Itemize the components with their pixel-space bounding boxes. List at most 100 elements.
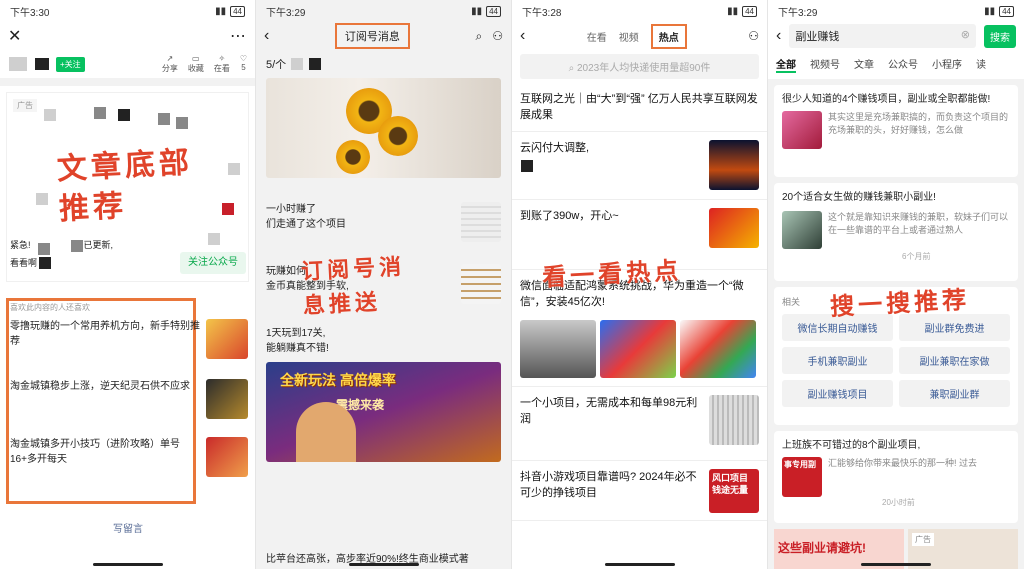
like-button[interactable]: ♡ 5 xyxy=(240,54,247,74)
search-bar[interactable]: ⌕ 2023年人均快递使用量超90件 xyxy=(520,54,759,79)
home-indicator xyxy=(92,563,163,566)
battery-icon: 44 xyxy=(230,5,245,17)
ad-tag: 广告 xyxy=(13,99,37,112)
profile-icon[interactable]: ⚇ xyxy=(492,29,503,44)
notice-line2: 看看啊 xyxy=(10,258,38,268)
status-bar: 下午3:29 ▮▮ 44 xyxy=(256,0,511,22)
news-photo xyxy=(680,320,756,378)
promo-thumb: 风口项目 钱途无量 xyxy=(709,469,759,513)
status-bar: 下午3:28 ▮▮ 44 xyxy=(512,0,767,22)
status-time: 下午3:30 xyxy=(10,7,50,19)
signal-icon: ▮▮ xyxy=(984,5,996,17)
list-item[interactable]: 1天玩到17关, 能躺赚真不错! xyxy=(256,326,511,356)
notice-suffix: 已更新, xyxy=(83,240,114,250)
signal-icon: ▮▮ xyxy=(471,5,483,17)
tab-read[interactable]: 读 xyxy=(976,56,986,73)
list-item[interactable]: 一个小项目，无需成本和每单98元利润 xyxy=(512,387,767,461)
tab-articles[interactable]: 文章 xyxy=(854,56,874,73)
result-thumb xyxy=(782,111,822,149)
like-icon: ♡ xyxy=(239,54,247,63)
back-icon[interactable]: ‹ xyxy=(264,27,269,45)
related-pill[interactable]: 副业兼职在家做 xyxy=(899,347,1010,374)
related-pill[interactable]: 手机兼职副业 xyxy=(782,347,893,374)
tab-channels[interactable]: 视频号 xyxy=(810,56,840,73)
status-time: 下午3:29 xyxy=(266,7,306,19)
write-comment-link[interactable]: 写留言 xyxy=(0,520,255,535)
notice-prefix: 紧急! xyxy=(10,240,31,250)
share-button[interactable]: ↗ 分享 xyxy=(162,54,178,74)
message-count: 5/个 xyxy=(266,59,287,71)
annotation-article-bottom: 文章底部推荐 xyxy=(56,145,194,228)
news-photo xyxy=(600,320,676,378)
home-indicator xyxy=(348,563,419,566)
signal-icon: ▮▮ xyxy=(727,5,739,17)
back-icon[interactable]: ‹ xyxy=(520,27,525,45)
subscription-panel: 下午3:29 ▮▮ 44 ‹ 订阅号消息 ⌕ ⚇ 5/个 一小时赚了 们走通了这个项目… xyxy=(256,0,512,569)
search-panel: 下午3:29 ▮▮ 44 ‹ 副业赚钱 ⊗ 搜索 全部 视频号 文章 公众号 小程序… xyxy=(768,0,1024,569)
trending-panel: 下午3:28 ▮▮ 44 ‹ 在看 视频 热点 ⚇ ⌕ 2023年人均快递使用量超… xyxy=(512,0,768,569)
tab-hot[interactable]: 热点 xyxy=(650,23,687,49)
list-item[interactable]: 零撸玩赚的一个常用养机方向，新手特别推荐 xyxy=(10,319,248,379)
battery-icon: 44 xyxy=(999,5,1014,17)
search-result[interactable]: 20个适合女生做的赚钱兼职小副业! 这个就是靠知识来赚钱的兼职，软妹子们可以在一… xyxy=(774,183,1018,281)
clear-icon[interactable]: ⊗ xyxy=(961,28,970,44)
game-banner[interactable]: 全新玩法 高倍爆率 震撼来袭 xyxy=(266,362,501,462)
search-result[interactable]: 上班族不可错过的8个副业项目, 事专用副 汇能够给你带来最快乐的那一种! 过去 … xyxy=(774,431,1018,523)
rec-thumb xyxy=(206,379,248,419)
article-bottom-panel: 下午3:30 ▮▮ 44 ✕ ⋯ +关注 ↗ 分享 ▭ 收藏 ✧ 在看 ♡ 5 广告 xyxy=(0,0,256,569)
cover-image[interactable] xyxy=(266,78,501,178)
item-thumb xyxy=(461,202,501,242)
rec-thumb xyxy=(206,319,248,359)
search-icon[interactable]: ⌕ xyxy=(475,29,482,44)
home-indicator xyxy=(861,563,931,566)
related-pill[interactable]: 副业群免费进 xyxy=(899,314,1010,341)
news-photo xyxy=(520,320,596,378)
search-tabs: 全部 视频号 文章 公众号 小程序 读 xyxy=(768,50,1024,79)
share-icon: ↗ xyxy=(166,54,174,63)
item-thumb xyxy=(461,264,501,304)
tab-accounts[interactable]: 公众号 xyxy=(888,56,918,73)
result-thumb xyxy=(782,211,822,249)
tab-video[interactable]: 视频 xyxy=(619,29,639,44)
list-item[interactable]: 互联网之光｜由“大”到“强” 亿万人民共享互联网发展成果 xyxy=(512,83,767,132)
battery-icon: 44 xyxy=(742,5,757,17)
status-time: 下午3:28 xyxy=(522,7,562,19)
news-thumb xyxy=(709,395,759,445)
tab-watching[interactable]: 在看 xyxy=(587,29,607,44)
search-result[interactable]: 很少人知道的4个赚钱项目，副业或全职都能做! 其实这里是充场兼职搞的，而负责这个… xyxy=(774,85,1018,177)
search-input[interactable]: 副业赚钱 ⊗ xyxy=(789,24,976,48)
profile-icon[interactable]: ⚇ xyxy=(748,29,759,43)
list-item[interactable]: 淘金城镇多开小技巧（进阶攻略）单号16+多开每天 xyxy=(10,437,248,495)
related-pill[interactable]: 副业赚钱项目 xyxy=(782,380,893,407)
back-icon[interactable]: ‹ xyxy=(776,27,781,45)
battery-icon: 44 xyxy=(486,5,501,17)
eye-icon: ✧ xyxy=(218,54,226,63)
bookmark-icon: ▭ xyxy=(192,54,200,63)
news-thumb xyxy=(709,208,759,248)
bookmark-button[interactable]: ▭ 收藏 xyxy=(188,54,204,74)
search-icon: ⌕ xyxy=(568,63,577,74)
follow-account-button[interactable]: 关注公众号 xyxy=(180,252,246,274)
rec-thumb xyxy=(206,437,248,477)
list-item[interactable]: 一小时赚了 们走通了这个项目 xyxy=(256,202,511,242)
status-time: 下午3:29 xyxy=(778,7,818,19)
list-item[interactable]: 云闪付大调整, xyxy=(512,132,767,200)
related-pill[interactable]: 兼职副业群 xyxy=(899,380,1010,407)
annotation-subscription: 订阅号消息推送 xyxy=(300,253,406,320)
recommend-section: 喜欢此内容的人还喜欢 零撸玩赚的一个常用养机方向，新手特别推荐 淘金城镇稳步上涨… xyxy=(10,302,248,495)
more-icon[interactable]: ⋯ xyxy=(230,26,247,46)
tab-all[interactable]: 全部 xyxy=(776,56,796,73)
view-button[interactable]: ✧ 在看 xyxy=(214,54,230,74)
home-indicator xyxy=(604,563,675,566)
news-thumb xyxy=(709,140,759,190)
recommend-header: 喜欢此内容的人还喜欢 xyxy=(10,303,90,312)
search-button[interactable]: 搜索 xyxy=(984,24,1016,48)
status-bar: 下午3:30 ▮▮ 44 xyxy=(0,0,255,22)
page-title: 订阅号消息 xyxy=(334,23,410,49)
result-thumb: 事专用副 xyxy=(782,457,822,497)
list-item[interactable]: 抖音小游戏项目靠谱吗? 2024年必不可少的挣钱项目 风口项目 钱途无量 xyxy=(512,461,767,521)
close-icon[interactable]: ✕ xyxy=(8,26,21,46)
tab-miniprograms[interactable]: 小程序 xyxy=(932,56,962,73)
follow-tag[interactable]: +关注 xyxy=(56,56,85,72)
list-item[interactable]: 淘金城镇稳步上涨，逆天纪灵石供不应求 xyxy=(10,379,248,437)
